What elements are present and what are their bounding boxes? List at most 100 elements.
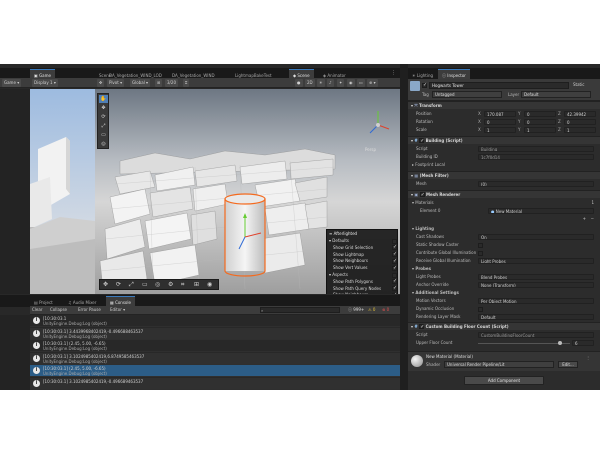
gizmos-dropdown[interactable]: ⊕ ▾ bbox=[367, 79, 378, 87]
transform-icon[interactable]: ◎ bbox=[155, 281, 160, 288]
draw-mode-icon[interactable]: ● bbox=[295, 79, 303, 87]
object-name-field[interactable]: Hogwarts Tower bbox=[429, 82, 569, 89]
property-dropdown[interactable]: Light Probes bbox=[478, 258, 594, 264]
transform-y-field[interactable]: 0 bbox=[524, 119, 556, 125]
snap-icon[interactable]: ⌗ bbox=[181, 281, 184, 289]
display-dropdown[interactable]: Display 1 ▾ bbox=[32, 79, 58, 87]
transform-x-field[interactable]: 0 bbox=[484, 119, 516, 125]
property-dropdown[interactable]: Blend Probes bbox=[478, 274, 594, 280]
overlay-checkbox[interactable] bbox=[392, 272, 397, 278]
footprint-row[interactable]: ▸ Footprint Local bbox=[408, 161, 600, 169]
tag-dropdown[interactable]: Untagged bbox=[432, 91, 502, 98]
building-enabled-checkbox[interactable] bbox=[419, 137, 424, 145]
materials-row[interactable]: ▾ Materials 1 bbox=[408, 199, 600, 207]
collapse-button[interactable]: Collapse bbox=[50, 307, 67, 312]
property-dropdown[interactable]: Per Object Motion bbox=[478, 298, 594, 304]
scale-icon[interactable]: ⤢ bbox=[129, 281, 134, 289]
edit-shader-button[interactable]: Edit... bbox=[558, 361, 578, 368]
transform-header[interactable]: ▾ ⤧ Transform bbox=[408, 101, 600, 109]
grid-size-field[interactable]: 3/20 bbox=[165, 79, 178, 87]
add-component-button[interactable]: Add Component bbox=[464, 376, 544, 385]
mesh-renderer-enabled-checkbox[interactable] bbox=[419, 191, 425, 199]
snap-toggle[interactable]: ⌗ bbox=[183, 79, 190, 87]
transform-z-field[interactable]: 1 bbox=[564, 127, 596, 133]
property-dropdown[interactable]: On bbox=[478, 234, 594, 240]
audio-toggle-icon[interactable]: ♪ bbox=[327, 79, 334, 87]
transform-y-field[interactable]: 1 bbox=[524, 127, 556, 133]
overlay-checkbox[interactable] bbox=[392, 265, 397, 272]
building-script-header[interactable]: ▾ # Building (Script) bbox=[408, 136, 600, 145]
view-icon[interactable]: ◉ bbox=[207, 281, 212, 288]
add-material-button[interactable]: + bbox=[583, 215, 586, 223]
console-log-row[interactable]: i [10:30:03.1] 3.1024985402419,-0.4966894… bbox=[30, 377, 400, 390]
console-log-row[interactable]: i [10:30:03.1] 3.4439968402419,-0.4966884… bbox=[30, 327, 400, 340]
overlay-checkbox[interactable] bbox=[392, 251, 397, 258]
overlay-checkbox[interactable] bbox=[392, 285, 397, 292]
grid-icon[interactable]: ⊞ bbox=[194, 281, 199, 288]
transform-tool-icon[interactable]: ◎ bbox=[99, 140, 108, 148]
lighting-section[interactable]: ▾ Lighting bbox=[408, 225, 600, 233]
active-checkbox[interactable] bbox=[422, 82, 427, 88]
overlay-checkbox[interactable] bbox=[392, 278, 397, 285]
overlay-checkbox[interactable] bbox=[392, 238, 397, 244]
global-dropdown[interactable]: Global ▾ bbox=[130, 79, 151, 87]
static-toggle[interactable]: Static bbox=[573, 82, 584, 87]
upper-floor-slider[interactable] bbox=[478, 342, 570, 344]
move-tool-icon[interactable]: ✥ bbox=[99, 104, 108, 112]
custom-floor-enabled-checkbox[interactable] bbox=[419, 323, 424, 331]
mesh-filter-header[interactable]: ▾ ▦ (Mesh Filter) bbox=[408, 171, 600, 179]
probes-section[interactable]: ▾ Probes bbox=[408, 265, 600, 273]
game-viewport[interactable] bbox=[30, 89, 95, 294]
scale-tool-icon[interactable]: ⤢ bbox=[99, 122, 108, 130]
layer-dropdown[interactable]: Default bbox=[521, 91, 591, 98]
rect-icon[interactable]: ▭ bbox=[142, 281, 148, 288]
mesh-field[interactable]: (0) bbox=[478, 181, 594, 187]
shader-dropdown[interactable]: Universal Render Pipeline/Lit bbox=[444, 361, 554, 368]
error-pause-button[interactable]: Error Pause bbox=[78, 307, 101, 312]
slider-handle[interactable] bbox=[558, 340, 562, 345]
overlay-checkbox[interactable] bbox=[392, 292, 397, 294]
grid-snap-icon[interactable]: ⊞ bbox=[155, 79, 163, 87]
property-dropdown[interactable]: None (Transform) bbox=[478, 282, 594, 288]
rotate-icon[interactable]: ⟳ bbox=[116, 281, 121, 288]
overlay-checkbox[interactable] bbox=[392, 244, 397, 251]
scene-viewport[interactable]: ✋ ✥ ⟳ ⤢ ▭ ◎ Persp ≡ Afterlighted ▾ Defau… bbox=[95, 89, 400, 294]
move-icon[interactable]: ✥ bbox=[103, 281, 108, 288]
hidden-objects-icon[interactable]: ◉ bbox=[347, 79, 355, 87]
rect-tool-icon[interactable]: ▭ bbox=[99, 131, 108, 139]
remove-material-button[interactable]: − bbox=[591, 215, 594, 223]
camera-settings-icon[interactable]: ▭ bbox=[357, 79, 365, 87]
mesh-renderer-header[interactable]: ▾ ▣ Mesh Renderer bbox=[408, 190, 600, 199]
transform-z-field[interactable]: 0 bbox=[564, 119, 596, 125]
clear-button[interactable]: Clear bbox=[32, 307, 42, 312]
2d-toggle[interactable]: 2D bbox=[305, 79, 315, 87]
persp-label[interactable]: Persp bbox=[365, 147, 376, 152]
property-checkbox[interactable] bbox=[478, 242, 483, 248]
upper-floor-value[interactable]: 6 bbox=[572, 340, 594, 346]
transform-z-field[interactable]: 42.39942 bbox=[564, 111, 596, 117]
console-log-row[interactable]: i [10:30:03.1] 3.1024985402419,6.87495854… bbox=[30, 352, 400, 365]
custom-floor-script-header[interactable]: ▾ # Custom Building Floor Count (Script) bbox=[408, 322, 600, 331]
hand-tool-icon[interactable]: ✋ bbox=[99, 95, 108, 103]
transform-x-field[interactable]: 170.087 bbox=[484, 111, 516, 117]
property-dropdown[interactable]: Default bbox=[478, 314, 594, 320]
game-mode-dropdown[interactable]: Game ▾ bbox=[2, 79, 22, 87]
transform-x-field[interactable]: 1 bbox=[484, 127, 516, 133]
console-search-input[interactable]: ⌕ bbox=[260, 307, 340, 313]
pivot-dropdown[interactable]: Pivot ▾ bbox=[107, 79, 125, 87]
scene-hand-icon[interactable]: ✥ bbox=[97, 79, 105, 87]
console-log-row[interactable]: i [10:30:03.1 UnityEngine.Debug:Log (objec… bbox=[30, 315, 400, 327]
property-checkbox[interactable] bbox=[478, 306, 483, 312]
info-count-badge[interactable]: ⓘ 999+ bbox=[348, 307, 364, 313]
custom-tool-icon[interactable]: ⚙ bbox=[168, 281, 173, 288]
selected-tower-gizmo[interactable] bbox=[224, 193, 266, 277]
additional-settings-section[interactable]: ▾ Additional Settings bbox=[408, 289, 600, 297]
error-count-badge[interactable]: ⊗ 0 bbox=[382, 307, 389, 312]
more-options-icon[interactable]: ⋮ bbox=[586, 355, 590, 360]
material-element-field[interactable]: ● New Material bbox=[488, 208, 594, 214]
transform-y-field[interactable]: 0 bbox=[524, 111, 556, 117]
overlay-checkbox[interactable] bbox=[392, 258, 397, 265]
property-checkbox[interactable] bbox=[478, 250, 483, 256]
warning-count-badge[interactable]: ⚠ 0 bbox=[368, 307, 375, 312]
effects-toggle-icon[interactable]: ✦ bbox=[337, 79, 345, 87]
